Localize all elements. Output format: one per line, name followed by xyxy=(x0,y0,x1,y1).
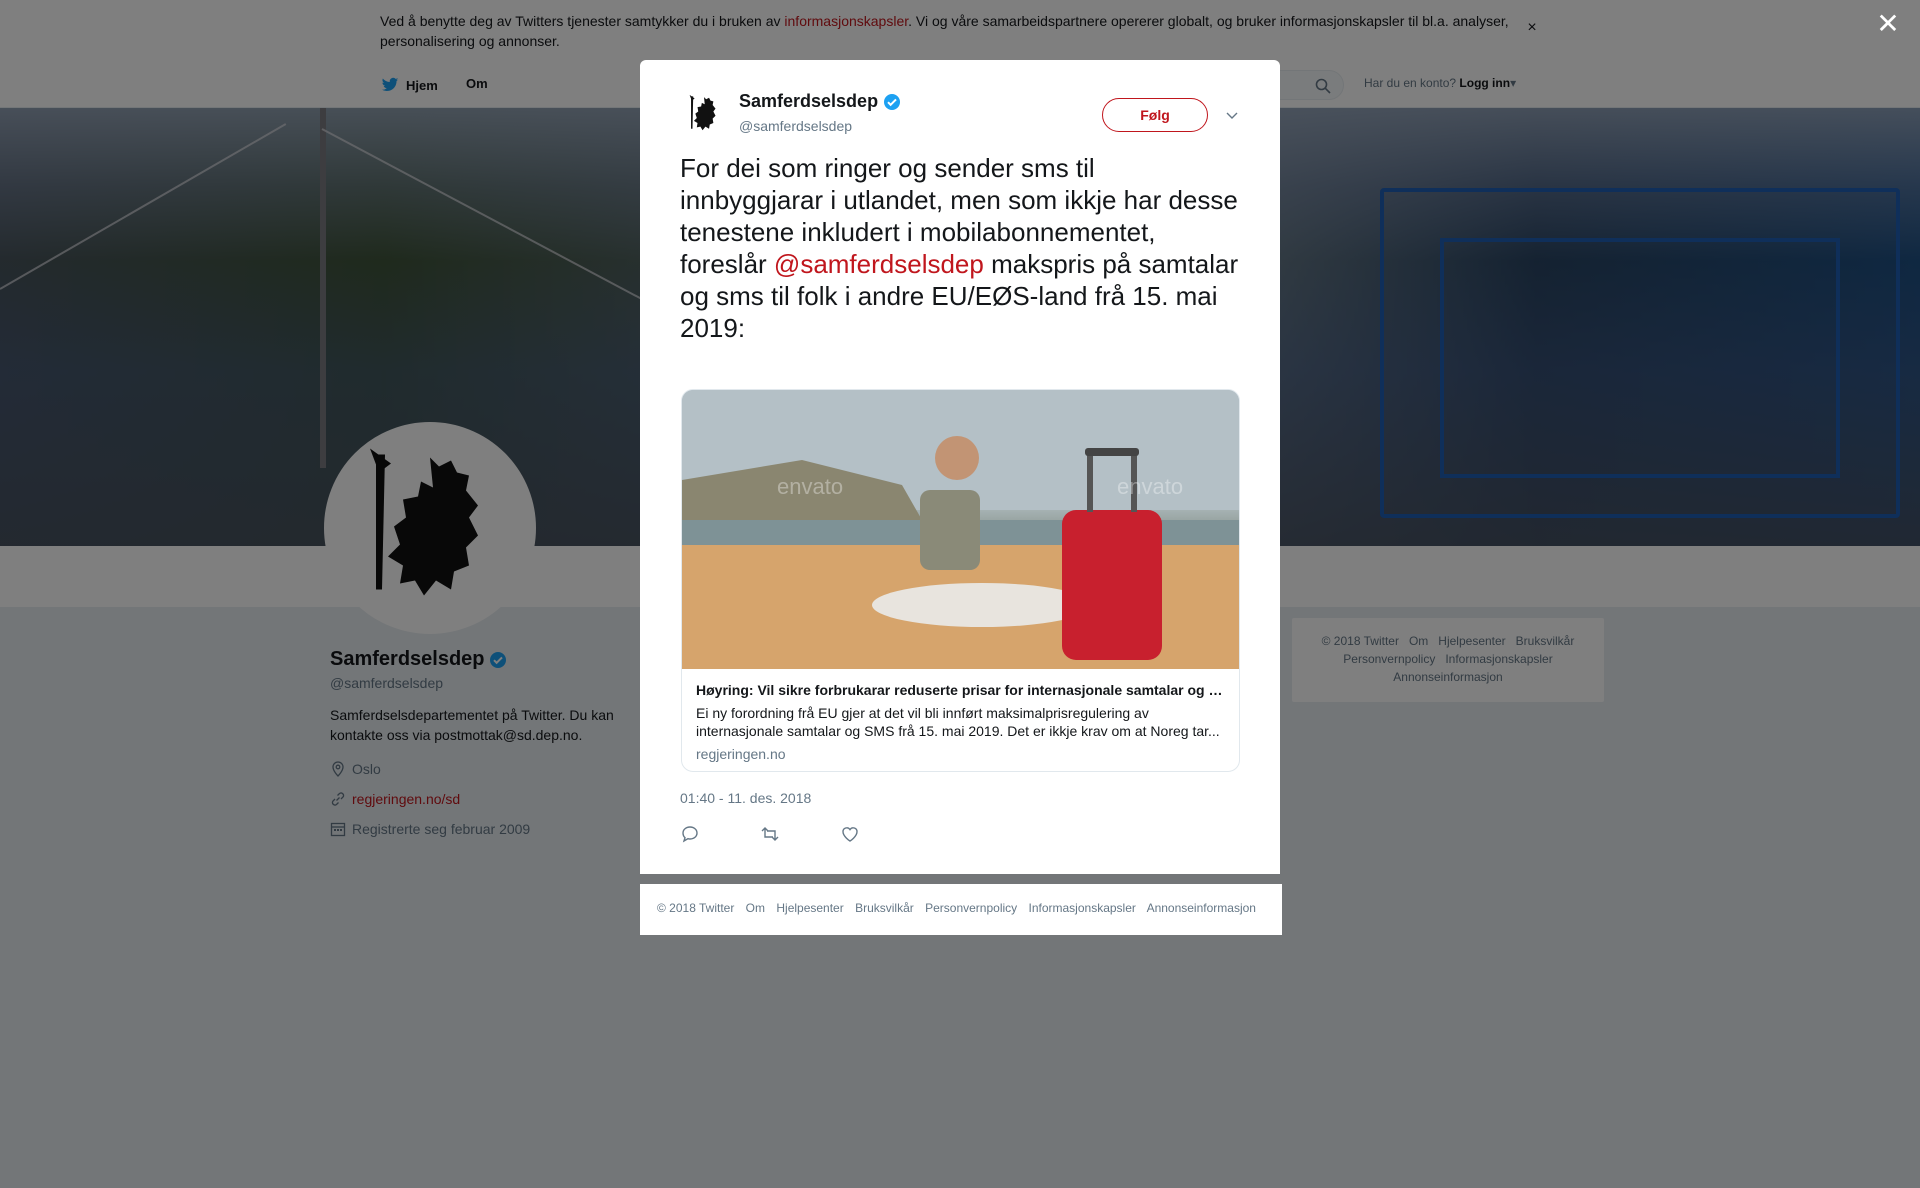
retweet-icon[interactable] xyxy=(760,824,780,844)
lion-crest-icon xyxy=(689,94,716,131)
watermark-text: envato xyxy=(1117,474,1183,499)
like-heart-icon[interactable] xyxy=(840,824,860,844)
chevron-down-icon[interactable] xyxy=(1225,108,1239,122)
follow-button[interactable]: Følg xyxy=(1102,98,1208,132)
tweet-text: For dei som ringer og sender sms til inn… xyxy=(680,153,1239,343)
footer-link-about[interactable]: Om xyxy=(746,901,765,915)
footer-link-help[interactable]: Hjelpesenter xyxy=(776,901,843,915)
card-body: Høyring: Vil sikre forbrukarar reduserte… xyxy=(696,680,1228,762)
verified-badge-icon xyxy=(884,93,901,110)
footer-link-terms[interactable]: Bruksvilkår xyxy=(855,901,914,915)
tweet-avatar[interactable] xyxy=(680,90,728,138)
reply-icon[interactable] xyxy=(680,824,700,844)
watermark-text: envato xyxy=(777,474,843,499)
card-description: Ei ny forordning frå EU gjer at det vil … xyxy=(696,705,1220,739)
card-image: envato envato xyxy=(682,390,1239,669)
card-title: Høyring: Vil sikre forbrukarar reduserte… xyxy=(696,682,1228,698)
tweet-timestamp[interactable]: 01:40 - 11. des. 2018 xyxy=(680,790,811,806)
footer-copyright: © 2018 Twitter xyxy=(657,901,735,915)
modal-footer: © 2018 Twitter Om Hjelpesenter Bruksvilk… xyxy=(640,884,1282,935)
link-preview-card[interactable]: envato envato Høyring: Vil sikre forbruk… xyxy=(681,389,1240,772)
tweet-header: Samferdselsdep @samferdselsdep Følg xyxy=(680,88,1240,138)
tweet-author-name[interactable]: Samferdselsdep xyxy=(739,91,878,112)
card-domain: regjeringen.no xyxy=(696,746,786,762)
tweet-author-name-row: Samferdselsdep xyxy=(739,91,901,112)
tweet-modal: Samferdselsdep @samferdselsdep Følg For … xyxy=(640,60,1280,874)
beach-traveler-image: envato envato xyxy=(682,390,1239,669)
tweet-actions xyxy=(680,824,860,844)
footer-link-cookies[interactable]: Informasjonskapsler xyxy=(1029,901,1136,915)
close-icon[interactable]: ✕ xyxy=(1874,10,1902,38)
footer-link-privacy[interactable]: Personvernpolicy xyxy=(925,901,1017,915)
footer-link-ads[interactable]: Annonseinformasjon xyxy=(1147,901,1256,915)
tweet-mention-link[interactable]: @samferdselsdep xyxy=(774,249,984,279)
tweet-author-handle[interactable]: @samferdselsdep xyxy=(739,118,852,134)
